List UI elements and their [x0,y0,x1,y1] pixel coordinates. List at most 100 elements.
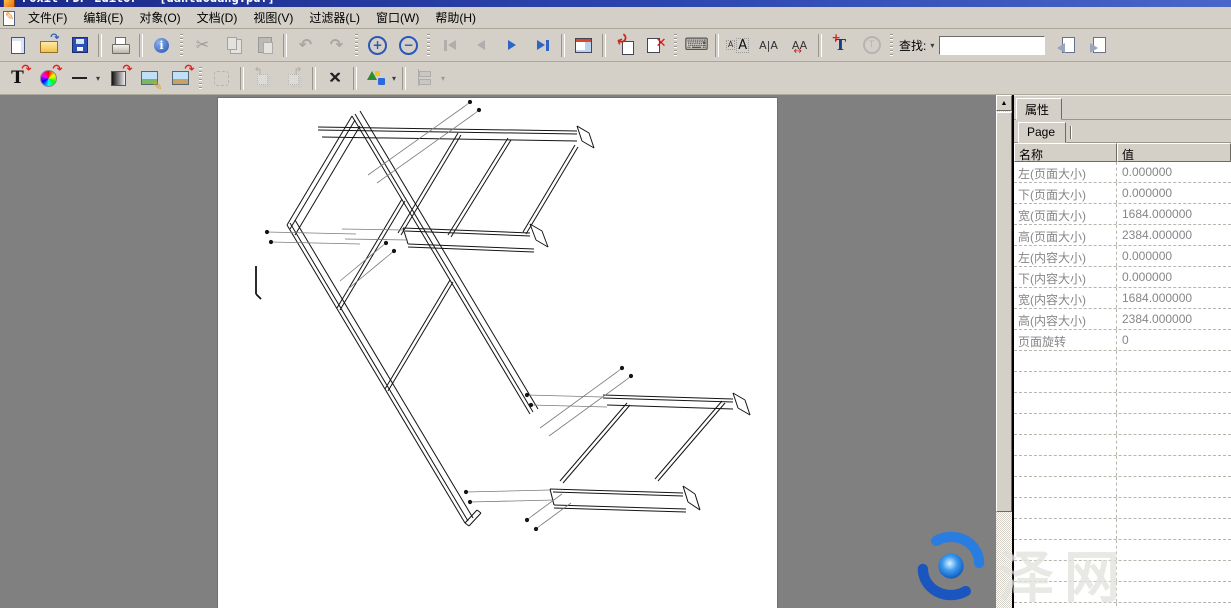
property-value[interactable]: 0.000000 [1117,267,1231,287]
property-value[interactable]: 2384.000000 [1117,225,1231,245]
image-edit-icon [139,67,161,89]
toolbar-grip[interactable] [674,34,677,56]
color-wheel-icon [38,67,60,89]
find-input[interactable] [939,36,1045,55]
font-width-button[interactable] [785,31,814,60]
new-document-button[interactable] [3,31,32,60]
toolbar-grip[interactable] [199,67,202,89]
menu-view[interactable]: 视图(V) [245,9,301,27]
properties-table: 名称 值 左(页面大小)0.000000下(页面大小)0.000000宽(页面大… [1014,143,1231,608]
shading-tool-button[interactable] [104,64,133,93]
column-header-value[interactable]: 值 [1117,143,1231,162]
menu-help[interactable]: 帮助(H) [427,9,484,27]
property-value[interactable]: 0.000000 [1117,183,1231,203]
scroll-up-button[interactable]: ▲ [996,95,1012,111]
property-row[interactable]: 页面旋转0 [1014,330,1231,351]
menu-window[interactable]: 窗口(W) [368,9,427,27]
menu-file[interactable]: 文件(F) [20,9,75,27]
zoom-out-button[interactable] [394,31,423,60]
replace-image-tool-button[interactable] [166,64,195,93]
property-row[interactable]: 下(内容大小)0.000000 [1014,267,1231,288]
property-value [1117,414,1231,434]
scrollbar-thumb[interactable] [996,112,1012,512]
find-previous-button[interactable] [1052,31,1081,60]
property-name [1014,498,1117,518]
next-page-button[interactable] [497,31,526,60]
transform-back-button [248,64,277,93]
last-page-button[interactable] [528,31,557,60]
menu-edit[interactable]: 编辑(E) [75,9,131,27]
property-value[interactable]: 0.000000 [1117,246,1231,266]
toolbar-separator [602,34,606,57]
find-next-button[interactable] [1083,31,1112,60]
info-icon [151,34,173,56]
insert-objects-button[interactable] [361,64,390,93]
line-tool-button[interactable] [65,64,94,93]
vertical-scrollbar[interactable]: ▲ [996,95,1012,608]
document-canvas[interactable] [0,95,996,608]
property-row[interactable]: 高(内容大小)2384.000000 [1014,309,1231,330]
pdf-page[interactable] [218,98,777,608]
property-name: 宽(内容大小) [1014,288,1117,308]
page-display-icon [573,34,595,56]
open-file-button[interactable] [34,31,63,60]
save-file-button[interactable] [65,31,94,60]
new-icon [7,34,29,56]
properties-caption-tab: 属性 [1016,98,1062,120]
property-row[interactable]: 下(页面大小)0.000000 [1014,183,1231,204]
edit-text-tool-button[interactable] [3,64,32,93]
page-display-button[interactable] [569,31,598,60]
property-name [1014,414,1117,434]
property-value[interactable]: 1684.000000 [1117,288,1231,308]
properties-caption: 属性 [1014,96,1231,120]
line-tool-dropdown[interactable]: ▾ [95,74,103,83]
document-info-button[interactable] [147,31,176,60]
property-row[interactable]: 宽(页面大小)1684.000000 [1014,204,1231,225]
font-replace-button[interactable] [723,31,752,60]
property-value[interactable]: 1684.000000 [1117,204,1231,224]
toolbar-separator [402,67,406,90]
open-icon [38,34,60,56]
xform-back-icon [252,67,274,89]
menu-filter[interactable]: 过滤器(L) [301,9,368,27]
property-value [1117,372,1231,392]
delete-page-button[interactable] [641,31,670,60]
property-row[interactable]: 左(内容大小)0.000000 [1014,246,1231,267]
menu-document[interactable]: 文档(D) [189,9,246,27]
app-icon [3,0,15,7]
property-value[interactable]: 0 [1117,330,1231,350]
edit-image-tool-button[interactable] [135,64,164,93]
toolbar-grip[interactable] [180,34,183,56]
print-button[interactable] [106,31,135,60]
insert-objects-dropdown[interactable]: ▾ [391,74,399,83]
property-value [1117,456,1231,476]
font-pair-icon [758,34,780,56]
toolbar-grip[interactable] [355,34,358,56]
property-value[interactable]: 2384.000000 [1117,309,1231,329]
cut-icon [192,34,214,56]
tab-page[interactable]: Page [1018,122,1066,143]
property-value[interactable]: 0.000000 [1117,162,1231,182]
property-row[interactable]: 高(页面大小)2384.000000 [1014,225,1231,246]
property-row[interactable]: 宽(内容大小)1684.000000 [1014,288,1231,309]
color-tool-button[interactable] [34,64,63,93]
virtual-keyboard-button[interactable] [682,31,711,60]
previous-page-button [466,31,495,60]
toolbar-grip[interactable] [890,34,893,56]
column-header-name[interactable]: 名称 [1014,143,1117,162]
font-pair-button[interactable] [754,31,783,60]
property-row[interactable]: 左(页面大小)0.000000 [1014,162,1231,183]
align-dropdown: ▾ [440,74,448,83]
add-text-button[interactable] [826,31,855,60]
delete-object-button[interactable] [320,64,349,93]
toolbar-separator [561,34,565,57]
zoom-in-button[interactable] [363,31,392,60]
menu-object[interactable]: 对象(O) [131,9,188,27]
rotate-page-button[interactable] [610,31,639,60]
property-value [1117,435,1231,455]
document-window-icon[interactable] [2,10,16,26]
toolbar-separator [312,67,316,90]
property-value [1117,498,1231,518]
find-history-dropdown[interactable]: ▾ [929,41,937,50]
toolbar-grip[interactable] [427,34,430,56]
